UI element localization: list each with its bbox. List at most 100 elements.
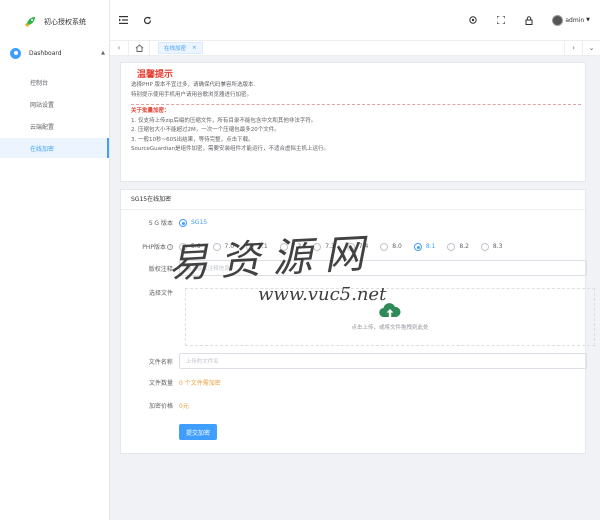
chevron-up-icon: ▲: [101, 50, 105, 56]
refresh-icon[interactable]: [142, 15, 152, 25]
php-version-radio[interactable]: 8.3: [480, 242, 503, 251]
filename-input[interactable]: 上传的文件名: [178, 353, 587, 369]
file-count-value: 0 个文件需加密: [179, 380, 221, 387]
dashboard-icon: [10, 47, 21, 59]
php-version-label: PHP版本: [142, 244, 166, 251]
notice-rule: 1. 仅支持上传zip后缀的压缩文件，所有目录不能包含中文和其他非法字符。: [131, 117, 317, 124]
app-title: 初心授权系统: [44, 18, 86, 26]
php-version-radio[interactable]: 7.1: [246, 242, 268, 251]
file-count-label: 文件数量: [148, 380, 173, 387]
notice-panel: 温馨提示 选择PHP 版本不宜过多，请确保代码兼容所选版本. 特别提示使用手机用…: [120, 62, 586, 182]
sidebar-item-console[interactable]: 控制台: [0, 72, 109, 92]
rocket-icon: [25, 17, 35, 27]
cloud-upload-icon: [379, 303, 401, 318]
php-version-option: 7.4: [358, 243, 369, 250]
php-version-group: 5.6 7.0 7.1 7.2 7.3 7.4 8.0 8.1 8.2 8.3: [179, 242, 514, 251]
php-version-label-wrap: PHP版本?: [121, 242, 179, 251]
php-version-option: 7.3: [325, 243, 335, 250]
tab-label: 在线加密: [164, 46, 187, 52]
upload-hint: 点击上传，或将文件拖拽到此处: [351, 325, 429, 331]
fullscreen-icon[interactable]: [496, 15, 506, 25]
php-version-option: 7.0: [224, 243, 235, 250]
close-icon[interactable]: ×: [192, 45, 197, 51]
php-version-option: 7.1: [258, 243, 268, 250]
main-content: 温馨提示 选择PHP 版本不宜过多，请确保代码兼容所选版本. 特别提示使用手机用…: [110, 56, 600, 520]
php-version-option: 8.1: [425, 243, 436, 250]
filename-row: 文件名称 上传的文件名: [121, 353, 587, 369]
filename-label: 文件名称: [148, 358, 173, 366]
php-version-option: 8.2: [459, 243, 469, 250]
php-version-option: 5.6: [191, 243, 201, 250]
tabs-bar: ‹ 在线加密 × › ⌄: [110, 40, 600, 56]
sidebar-item-site-settings[interactable]: 网站设置: [0, 94, 109, 114]
help-icon[interactable]: ?: [167, 244, 173, 250]
sidebar: 初心授权系统 Dashboard ▲ 控制台 网站设置 云端配置 在线加密: [0, 0, 110, 520]
notice-rule: SourceGuardian是组件加密，需要安装组件才能运行，不适合虚拟主机上运…: [131, 146, 330, 152]
radio-icon: [279, 242, 288, 251]
card-title: SG15在线加密: [121, 190, 585, 210]
price-label: 加密价格: [148, 403, 173, 410]
submit-button[interactable]: 提交加密: [179, 424, 218, 440]
top-header: admin ▼: [110, 0, 600, 40]
notice-line: 特别提示使用手机用户请用谷歌浏览器进行加密。: [131, 91, 253, 98]
radio-icon: [380, 242, 389, 251]
php-version-radio[interactable]: 8.2: [447, 242, 469, 251]
notice-line: 选择PHP 版本不宜过多，请确保代码兼容所选版本.: [131, 82, 256, 88]
php-version-option: 8.0: [392, 243, 402, 250]
radio-icon: [179, 242, 187, 251]
notice-subtitle: 关于批量加密：: [131, 108, 170, 114]
license-label: 版权注释: [148, 265, 173, 273]
notice-rule: 3. 一般10秒~60S出结果，等待完整，点击下载。: [131, 136, 254, 143]
radio-checked-icon: [179, 218, 187, 227]
theme-icon[interactable]: [468, 15, 478, 25]
radio-icon: [246, 242, 255, 251]
user-menu[interactable]: admin ▼: [552, 14, 590, 26]
sg-version-option: SG15: [191, 219, 208, 226]
encrypt-form-card: SG15在线加密 S G 版本 SG15 PHP版本? 5.6 7.0 7.1 …: [120, 189, 595, 454]
user-name: admin: [565, 16, 585, 24]
php-version-radio[interactable]: 7.4: [346, 242, 369, 251]
chevron-right-icon[interactable]: ›: [564, 40, 582, 56]
lock-icon[interactable]: [524, 15, 534, 25]
radio-icon: [480, 242, 489, 251]
radio-icon: [313, 242, 322, 251]
chevron-left-icon[interactable]: ‹: [110, 40, 128, 56]
tab-online-encrypt[interactable]: 在线加密 ×: [158, 42, 203, 54]
avatar: [552, 14, 564, 26]
menu-dashboard-label: Dashboard: [29, 49, 62, 57]
php-version-radio[interactable]: 7.2: [279, 242, 302, 251]
notice-rule: 2. 压缩包大小不能超过2M，一次一个压缩包最多20个文件。: [131, 127, 280, 133]
divider: [131, 104, 581, 105]
license-row: 版权注释 输入版权注释信息: [121, 260, 587, 276]
caret-down-icon: ▼: [586, 17, 590, 23]
php-version-radio[interactable]: 7.0: [212, 242, 235, 251]
chevron-down-icon[interactable]: ⌄: [582, 40, 600, 56]
sg-version-label: S G 版本: [148, 220, 173, 227]
license-input[interactable]: 输入版权注释信息: [178, 260, 587, 276]
php-version-radio[interactable]: 7.3: [313, 242, 335, 251]
php-version-radio[interactable]: 5.6: [179, 242, 201, 251]
file-count-row: 文件数量 0 个文件需加密: [121, 378, 587, 387]
price-value: 0元: [179, 403, 189, 410]
php-version-option: 8.3: [492, 243, 503, 250]
home-tab[interactable]: [128, 40, 150, 56]
file-upload-dropzone[interactable]: 点击上传，或将文件拖拽到此处: [185, 288, 595, 346]
radio-icon: [212, 242, 221, 251]
php-version-radio-selected[interactable]: 8.1: [413, 242, 436, 251]
price-row: 加密价格 0元: [121, 401, 587, 410]
notice-title: 温馨提示: [137, 70, 174, 80]
sg-version-radio[interactable]: SG15: [179, 218, 208, 227]
menu-fold-icon[interactable]: [118, 15, 128, 25]
home-icon: [135, 44, 143, 52]
menu-dashboard[interactable]: Dashboard ▲: [0, 42, 109, 64]
php-version-radio[interactable]: 8.0: [380, 242, 402, 251]
sg-version-row: S G 版本 SG15: [121, 218, 587, 227]
sidebar-item-cloud-config[interactable]: 云端配置: [0, 116, 109, 136]
sidebar-item-online-encrypt[interactable]: 在线加密: [0, 138, 109, 158]
radio-icon: [447, 242, 456, 251]
php-version-option: 7.2: [291, 243, 302, 250]
submit-row: 提交加密: [121, 424, 587, 440]
php-version-row: PHP版本? 5.6 7.0 7.1 7.2 7.3 7.4 8.0 8.1 8…: [121, 242, 587, 251]
file-label: 选择文件: [148, 290, 173, 297]
app-logo[interactable]: 初心授权系统: [0, 0, 109, 44]
